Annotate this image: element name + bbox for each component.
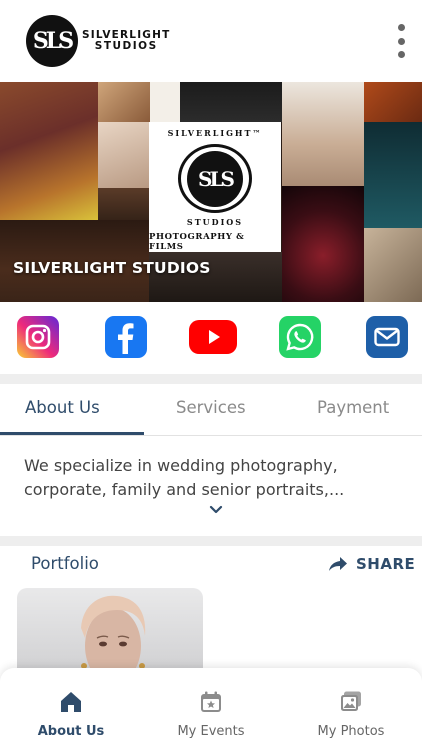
whatsapp-glyph xyxy=(286,323,314,351)
youtube-icon[interactable] xyxy=(189,320,237,354)
mail-icon[interactable] xyxy=(366,316,408,358)
tab-payment[interactable]: Payment xyxy=(317,398,389,417)
social-links xyxy=(0,302,422,374)
collage-photo xyxy=(282,82,364,186)
section-divider xyxy=(0,536,422,546)
nav-my-photos-label: My Photos xyxy=(317,724,385,739)
mail-glyph xyxy=(374,327,400,347)
app-header: SLS SILVERLIGHT STUDIOS xyxy=(0,0,422,82)
calendar-star-icon xyxy=(201,691,221,712)
menu-dot xyxy=(397,37,405,45)
banner-logo-arc-top: SILVERLIGHT™ xyxy=(167,128,263,138)
tab-about-us[interactable]: About Us xyxy=(25,398,100,417)
nav-about-us[interactable]: About Us xyxy=(1,668,141,750)
banner-logo-mark: SLS xyxy=(187,150,243,207)
instagram-glyph xyxy=(25,324,51,350)
collage-photo xyxy=(364,228,422,302)
banner-logo-tagline: PHOTOGRAPHY & FILMS xyxy=(149,232,245,252)
nav-my-events-label: My Events xyxy=(177,724,245,739)
collage-photo xyxy=(98,82,150,122)
chevron-down-icon[interactable] xyxy=(209,504,223,516)
nav-about-us-label: About Us xyxy=(37,724,105,739)
collage-photo xyxy=(150,82,180,122)
about-section: We specialize in wedding photography, co… xyxy=(0,436,422,536)
share-button[interactable]: SHARE xyxy=(328,555,415,573)
banner-center-logo: SILVERLIGHT™ SLS STUDIOS PHOTOGRAPHY & F… xyxy=(149,122,281,252)
photos-icon xyxy=(341,691,361,711)
nav-my-events[interactable]: My Events xyxy=(141,668,281,750)
logo-mark: SLS xyxy=(26,15,78,67)
share-icon xyxy=(329,557,347,571)
portfolio-photo-image xyxy=(81,595,146,678)
facebook-icon[interactable] xyxy=(105,316,147,358)
collage-photo xyxy=(98,122,149,188)
active-tab-indicator xyxy=(0,432,144,435)
facebook-glyph xyxy=(118,323,134,354)
tab-services[interactable]: Services xyxy=(176,398,246,417)
collage-photo xyxy=(0,82,98,220)
share-label: SHARE xyxy=(356,555,416,573)
nav-my-photos[interactable]: My Photos xyxy=(281,668,421,750)
bottom-navigation: About Us My Events My Photos xyxy=(0,668,422,750)
banner-logo-arc-bottom: STUDIOS xyxy=(186,217,244,227)
banner-title: SILVERLIGHT STUDIOS xyxy=(13,259,211,277)
app-screen: SLS SILVERLIGHT STUDIOS SILVERLIGHT™ SLS… xyxy=(0,0,422,750)
portfolio-photo[interactable] xyxy=(17,588,203,678)
collage-photo xyxy=(180,82,282,122)
whatsapp-icon[interactable] xyxy=(279,316,321,358)
hero-banner: SILVERLIGHT™ SLS STUDIOS PHOTOGRAPHY & F… xyxy=(0,82,422,302)
menu-dot xyxy=(397,51,405,58)
collage-photo xyxy=(364,82,422,122)
instagram-icon[interactable] xyxy=(17,316,59,358)
portfolio-title: Portfolio xyxy=(31,554,99,573)
menu-dot xyxy=(397,24,405,31)
more-vertical-icon[interactable] xyxy=(393,24,409,58)
youtube-play-glyph xyxy=(209,330,220,344)
section-divider xyxy=(0,374,422,384)
collage-photo xyxy=(282,186,364,302)
logo-line-2: STUDIOS xyxy=(94,40,158,52)
about-text: We specialize in wedding photography, co… xyxy=(24,456,345,499)
home-icon xyxy=(61,692,81,712)
studio-logo[interactable]: SLS SILVERLIGHT STUDIOS xyxy=(26,15,170,67)
banner-logo-ring: SLS xyxy=(178,144,252,213)
collage-photo xyxy=(364,122,422,228)
logo-text: SILVERLIGHT STUDIOS xyxy=(82,30,170,52)
info-tabs: About Us Services Payment xyxy=(0,384,422,436)
